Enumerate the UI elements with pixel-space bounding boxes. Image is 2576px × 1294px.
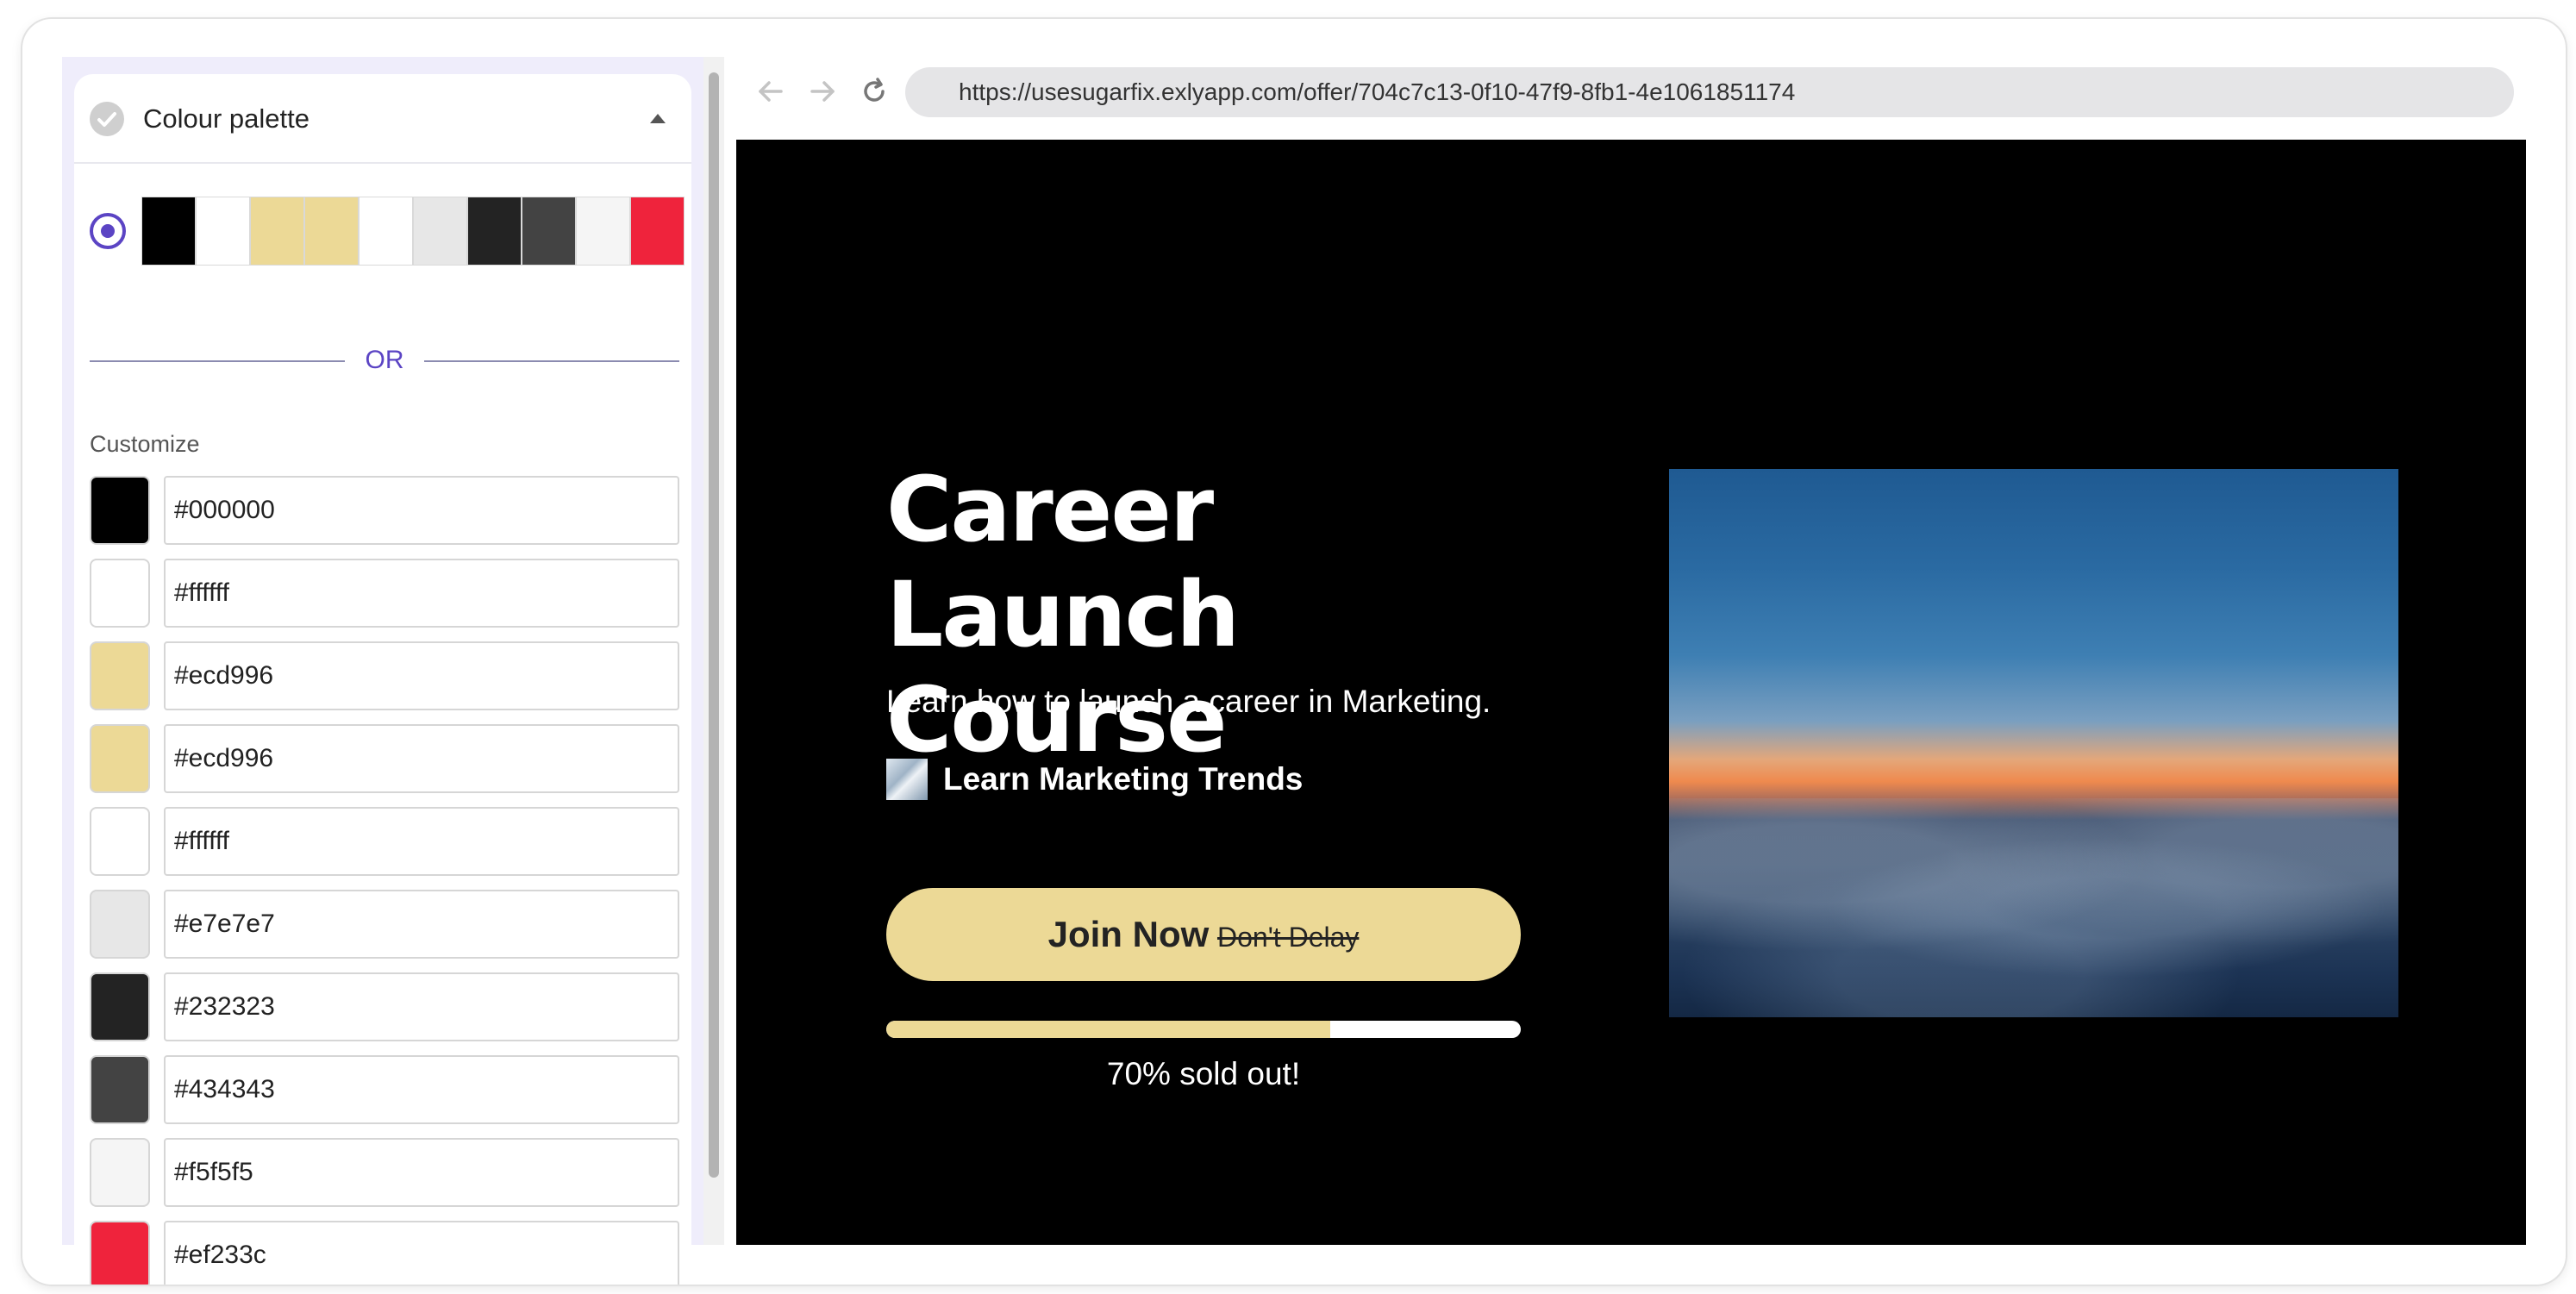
color-chip-button[interactable] <box>90 476 150 545</box>
hex-color-input[interactable] <box>164 641 679 710</box>
offer-page-preview: Career Launch Course Learn how to launch… <box>736 140 2526 1245</box>
or-label: OR <box>356 346 413 374</box>
palette-swatch <box>467 197 522 266</box>
hex-color-input[interactable] <box>164 1055 679 1124</box>
sold-progress-fill <box>886 1021 1331 1038</box>
hex-color-input[interactable] <box>164 1138 679 1207</box>
window-frame: Colour palette OR Customize #000000 #fff… <box>22 19 2566 1285</box>
offer-subtitle: Learn how to launch a career in Marketin… <box>886 684 1491 719</box>
scrollbar[interactable] <box>703 57 724 1245</box>
color-chip-button[interactable] <box>90 972 150 1041</box>
custom-color-row <box>90 972 679 1041</box>
color-chip-button[interactable] <box>90 1221 150 1285</box>
customize-label: Customize <box>90 431 200 457</box>
colour-palette-header[interactable]: Colour palette <box>74 74 691 164</box>
offer-title: Career Launch Course <box>886 457 1240 772</box>
hex-color-input[interactable] <box>164 559 679 628</box>
custom-color-row <box>90 724 679 793</box>
url-text[interactable]: https://usesugarfix.exlyapp.com/offer/70… <box>959 78 1795 106</box>
sold-progress-label: 70% sold out! <box>1106 1056 1301 1091</box>
hex-color-input[interactable] <box>164 890 679 959</box>
palette-swatch <box>304 197 359 266</box>
palette-swatch <box>250 197 304 266</box>
palette-swatch <box>413 197 467 266</box>
custom-color-row <box>90 559 679 628</box>
color-chip-button[interactable] <box>90 559 150 628</box>
color-chip-button[interactable] <box>90 1138 150 1207</box>
scrollbar-thumb[interactable] <box>709 72 719 1178</box>
sold-progress-bar <box>886 1021 1521 1038</box>
creator-avatar <box>886 759 928 800</box>
cta-label: Join Now <box>1047 914 1210 954</box>
hex-color-input[interactable] <box>164 807 679 876</box>
color-chip-button[interactable] <box>90 1055 150 1124</box>
card-title: Colour palette <box>143 103 310 134</box>
custom-color-row <box>90 641 679 710</box>
palette-swatch <box>576 197 630 266</box>
palette-swatch <box>630 197 685 266</box>
palette-swatches <box>141 197 685 266</box>
color-chip-button[interactable] <box>90 724 150 793</box>
preset-palette-row[interactable] <box>90 197 685 266</box>
creator-name: Learn Marketing Trends <box>943 761 1304 797</box>
check-circle-icon <box>90 102 124 136</box>
palette-swatch <box>359 197 413 266</box>
hex-color-input[interactable] <box>164 724 679 793</box>
reload-icon[interactable] <box>857 74 891 109</box>
custom-color-row <box>90 890 679 959</box>
join-now-button[interactable]: Join Now Don't Delay <box>886 888 1521 981</box>
custom-color-row <box>90 1055 679 1124</box>
cta-strike-label: Don't Delay <box>1216 922 1360 953</box>
palette-swatch <box>196 197 250 266</box>
address-bar[interactable]: https://usesugarfix.exlyapp.com/offer/70… <box>905 67 2514 117</box>
hex-color-input[interactable] <box>164 1221 679 1285</box>
colour-palette-card: Colour palette OR Customize <box>74 74 691 1285</box>
palette-radio-button[interactable] <box>90 213 126 249</box>
forward-arrow-icon[interactable] <box>805 74 840 109</box>
palette-swatch <box>141 197 196 266</box>
color-chip-button[interactable] <box>90 641 150 710</box>
custom-color-row <box>90 807 679 876</box>
custom-color-row <box>90 1138 679 1207</box>
color-chip-button[interactable] <box>90 807 150 876</box>
custom-color-row <box>90 476 679 545</box>
cloud-layer <box>1669 797 2398 1017</box>
color-chip-button[interactable] <box>90 890 150 959</box>
or-divider: OR <box>90 343 679 378</box>
caret-up-icon[interactable] <box>650 114 666 123</box>
hex-color-input[interactable] <box>164 476 679 545</box>
settings-panel: Colour palette OR Customize <box>62 57 703 1285</box>
hex-color-input[interactable] <box>164 972 679 1041</box>
custom-color-row <box>90 1221 679 1285</box>
palette-swatch <box>522 197 576 266</box>
back-arrow-icon[interactable] <box>753 74 788 109</box>
hero-image <box>1669 469 2398 1017</box>
